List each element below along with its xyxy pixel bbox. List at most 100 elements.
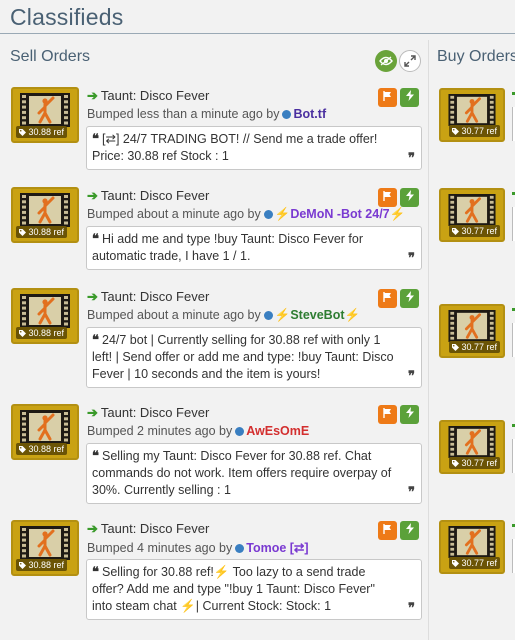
item-name-link[interactable]: ➔ Taunt: Disco Fever xyxy=(87,88,209,104)
arrow-right-icon: ➔ xyxy=(87,521,98,536)
bump-text: Bumped 4 minutes ago by xyxy=(87,541,233,555)
item-thumbnail[interactable]: 30.88 ref xyxy=(11,404,79,460)
item-name: Taunt: Disco Fever xyxy=(100,521,210,536)
tag-icon xyxy=(451,560,459,567)
price-value: 30.88 ref xyxy=(28,328,65,338)
price-value: 30.88 ref xyxy=(28,444,65,454)
quote-open-icon: ❝ xyxy=(92,232,99,247)
quote-open-icon: ❝ xyxy=(92,132,99,147)
details-text: Hi add me and type !buy Taunt: Disco Fev… xyxy=(92,232,364,263)
seller-name-link[interactable]: AwEsOmE xyxy=(246,424,309,438)
tag-icon xyxy=(19,129,26,136)
online-status-icon xyxy=(235,544,245,553)
report-button[interactable] xyxy=(378,405,397,424)
disco-fever-taunt-icon xyxy=(448,310,496,342)
item-thumbnail[interactable]: 30.88 ref xyxy=(11,520,79,576)
bump-text: Bumped about a minute ago by xyxy=(87,207,261,221)
disco-fever-taunt-icon xyxy=(448,526,496,558)
price-value: 30.77 ref xyxy=(461,558,497,568)
disco-fever-taunt-icon xyxy=(20,193,70,227)
order-actions xyxy=(378,187,422,207)
arrow-right-icon: ➔ xyxy=(87,289,98,304)
send-offer-button[interactable] xyxy=(400,521,419,540)
seller-name-link[interactable]: Tomoe [⇄] xyxy=(246,541,308,555)
report-button[interactable] xyxy=(378,289,397,308)
tag-icon xyxy=(19,446,26,453)
details-text: Selling my Taunt: Disco Fever for 30.88 … xyxy=(92,449,392,497)
order-actions xyxy=(378,520,422,540)
price-tag: 30.88 ref xyxy=(16,327,68,339)
buy-order-thumbnail[interactable]: 30.77 ref xyxy=(439,420,505,474)
item-name-link[interactable]: ➔ Taunt: Disco Fever xyxy=(87,188,209,204)
send-offer-button[interactable] xyxy=(400,405,419,424)
bump-info: Bumped 2 minutes ago by AwEsOmE xyxy=(87,424,309,438)
flag-icon xyxy=(383,524,391,534)
disco-fever-taunt-icon xyxy=(448,426,496,458)
disco-fever-taunt-icon xyxy=(448,94,496,126)
tag-icon xyxy=(451,128,459,135)
price-tag: 30.77 ref xyxy=(448,225,500,237)
tag-icon xyxy=(19,229,26,236)
price-value: 30.88 ref xyxy=(28,127,65,137)
price-tag: 30.88 ref xyxy=(16,126,68,138)
disco-fever-taunt-icon xyxy=(20,294,70,328)
seller-name: SteveBot xyxy=(290,308,345,322)
quote-close-icon: ❞ xyxy=(408,251,415,266)
tag-icon xyxy=(451,344,459,351)
order-details: ❝ [⇄] 24/7 TRADING BOT! // Send me a trad… xyxy=(86,126,422,170)
price-tag: 30.77 ref xyxy=(448,457,500,469)
page-title: Classifieds xyxy=(10,4,124,30)
lightning-icon xyxy=(405,90,414,101)
item-name: Taunt: Disco Fever xyxy=(100,405,210,420)
flag-icon xyxy=(383,191,391,201)
lightning-icon xyxy=(405,523,414,534)
order-details: ❝ Hi add me and type !buy Taunt: Disco Fe… xyxy=(86,226,422,270)
seller-name: Tomoe [⇄] xyxy=(246,541,309,555)
quote-open-icon: ❝ xyxy=(92,565,99,580)
online-status-icon xyxy=(235,427,245,436)
details-text: Selling for 30.88 ref!⚡ Too lazy to a se… xyxy=(92,565,375,613)
bump-info: Bumped less than a minute ago by Bot.tf xyxy=(87,107,326,121)
flag-icon xyxy=(383,408,391,418)
arrow-right-icon: ➔ xyxy=(87,188,98,203)
quote-close-icon: ❞ xyxy=(408,601,415,616)
order-details: ❝ Selling for 30.88 ref!⚡ Too lazy to a s… xyxy=(86,559,422,620)
item-thumbnail[interactable]: 30.88 ref xyxy=(11,87,79,143)
flag-icon xyxy=(383,91,391,101)
seller-name-link[interactable]: Bot.tf xyxy=(293,107,326,121)
price-tag: 30.88 ref xyxy=(16,443,68,455)
bump-text: Bumped less than a minute ago by xyxy=(87,107,280,121)
item-thumbnail[interactable]: 30.88 ref xyxy=(11,187,79,243)
sell-orders-heading: Sell Orders xyxy=(10,48,91,65)
expand-button[interactable] xyxy=(399,50,421,72)
item-name-link[interactable]: ➔ Taunt: Disco Fever xyxy=(87,405,209,421)
expand-icon xyxy=(404,55,416,67)
buy-orders-heading: Buy Orders xyxy=(437,48,515,65)
report-button[interactable] xyxy=(378,521,397,540)
send-offer-button[interactable] xyxy=(400,289,419,308)
item-thumbnail[interactable]: 30.88 ref xyxy=(11,288,79,344)
bolt-prefix: ⚡ xyxy=(274,308,291,322)
send-offer-button[interactable] xyxy=(400,88,419,107)
buy-order-thumbnail[interactable]: 30.77 ref xyxy=(439,188,505,242)
send-offer-button[interactable] xyxy=(400,188,419,207)
item-name-link[interactable]: ➔ Taunt: Disco Fever xyxy=(87,289,209,305)
buy-order-thumbnail[interactable]: 30.77 ref xyxy=(439,88,505,142)
quote-close-icon: ❞ xyxy=(408,151,415,166)
disco-fever-taunt-icon xyxy=(20,410,70,444)
report-button[interactable] xyxy=(378,188,397,207)
price-value: 30.77 ref xyxy=(461,226,497,236)
seller-name-link[interactable]: ⚡DeMoN -Bot 24/7⚡ xyxy=(275,207,405,221)
seller-name: AwEsOmE xyxy=(246,424,310,438)
item-name-link[interactable]: ➔ Taunt: Disco Fever xyxy=(87,521,209,537)
tag-icon xyxy=(19,562,26,569)
buy-order-thumbnail[interactable]: 30.77 ref xyxy=(439,304,505,358)
price-tag: 30.88 ref xyxy=(16,226,68,238)
buy-order-thumbnail[interactable]: 30.77 ref xyxy=(439,520,505,574)
tag-icon xyxy=(19,330,26,337)
toggle-visibility-button[interactable] xyxy=(375,50,397,72)
seller-name-link[interactable]: ⚡SteveBot⚡ xyxy=(275,308,360,322)
report-button[interactable] xyxy=(378,88,397,107)
bolt-suffix: ⚡ xyxy=(389,207,406,221)
price-value: 30.88 ref xyxy=(28,560,65,570)
